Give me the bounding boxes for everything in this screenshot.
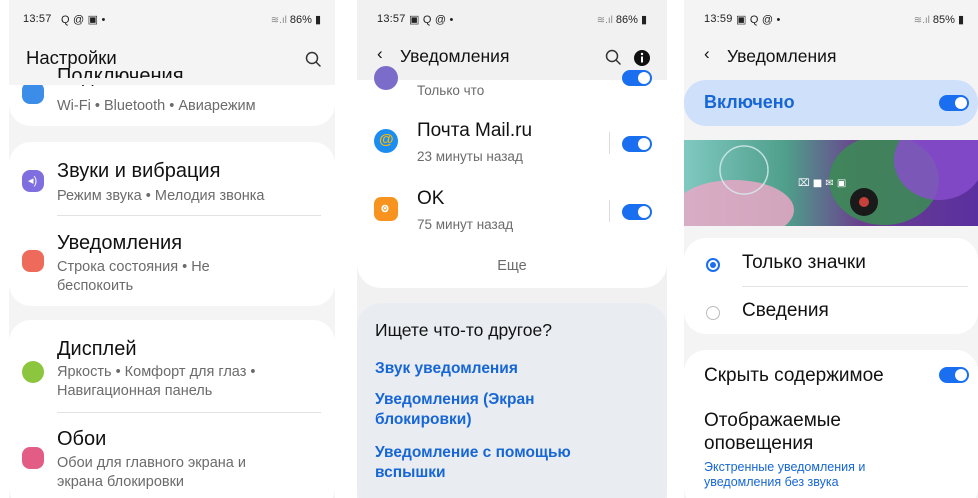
- page-title: Уведомления: [727, 46, 837, 66]
- shown-alerts-sub-2: уведомления без звука: [704, 475, 839, 489]
- suggestions-heading: Ищете что-то другое?: [375, 320, 552, 340]
- app-icon: [374, 66, 398, 90]
- battery-icon: ▮: [311, 14, 321, 26]
- status-bar: 13:57 ▣ Q @ • ≋.ıl 86% ▮: [357, 0, 667, 36]
- sounds-subtitle: Режим звука • Мелодия звонка: [57, 188, 265, 204]
- page-title: Уведомления: [400, 46, 510, 66]
- status-notification-icons: ▣ Q @ •: [409, 14, 454, 26]
- mailru-icon: @: [374, 129, 398, 153]
- divider: [57, 412, 321, 413]
- app-toggle[interactable]: [622, 70, 652, 86]
- battery-icon: ▮: [954, 14, 964, 26]
- battery-level: 85%: [932, 14, 955, 26]
- more-button[interactable]: Еще: [357, 257, 667, 276]
- back-arrow-icon[interactable]: ‹: [377, 44, 383, 64]
- enabled-label: Включено: [704, 92, 795, 112]
- status-right: ≋.ıl 86% ▮: [597, 13, 647, 26]
- notifications-apps-screen: 13:57 ▣ Q @ • ≋.ıl 86% ▮ ‹ Уведомления То…: [357, 0, 667, 498]
- status-time: 13:59: [704, 13, 733, 25]
- divider: [57, 215, 321, 216]
- shown-alerts-sub-1: Экстренные уведомления и: [704, 460, 866, 474]
- divider: [609, 132, 610, 154]
- notifications-subtitle-1: Строка состояния • Не: [57, 259, 210, 275]
- preview-notification-icons: ⌧ ■ ✉ ▣: [798, 178, 846, 189]
- ok-icon: ꙩ: [374, 197, 398, 221]
- display-title[interactable]: Дисплей: [57, 338, 137, 361]
- status-right: ≋.ıl 85% ▮: [914, 13, 964, 26]
- sound-notif-card: ◂) Звуки и вибрация Режим звука • Мелоди…: [9, 142, 335, 306]
- signal-icon: ≋.ıl: [596, 15, 613, 26]
- wallpaper-subtitle-1: Обои для главного экрана и: [57, 455, 246, 471]
- apps-list-card: Только что @ Почта Mail.ru 23 минуты наз…: [357, 66, 667, 288]
- connections-subtitle: Wi-Fi • Bluetooth • Авиарежим: [57, 98, 256, 114]
- ok-toggle[interactable]: [622, 204, 652, 220]
- display-subtitle-1: Яркость • Комфорт для глаз •: [57, 364, 256, 380]
- status-bar: 13:59 ▣ Q @ • ≋.ıl 85% ▮: [684, 0, 978, 36]
- status-notification-icons: Q @ ▣ •: [61, 14, 106, 26]
- wallpaper-title[interactable]: Обои: [57, 428, 106, 451]
- divider: [609, 200, 610, 222]
- connections-card[interactable]: Подключения Wi-Fi • Bluetooth • Авиарежи…: [9, 65, 335, 126]
- suggestions-card: Ищете что-то другое? Звук уведомления Ув…: [357, 303, 667, 498]
- signal-icon: ≋.ıl: [913, 15, 930, 26]
- link-lockscreen-notifications-2[interactable]: блокировки): [375, 410, 472, 430]
- info-icon[interactable]: [631, 47, 653, 69]
- option-details-label[interactable]: Сведения: [742, 300, 829, 322]
- app-name-ok[interactable]: OK: [417, 188, 444, 210]
- content-options-card: Скрыть содержимое Отображаемые оповещени…: [684, 350, 978, 498]
- signal-icon: ≋.ıl: [270, 15, 287, 26]
- display-style-card: Только значки Сведения: [684, 238, 978, 334]
- wallpaper-subtitle-2: экрана блокировки: [57, 474, 185, 490]
- search-icon[interactable]: [303, 49, 325, 71]
- mailru-toggle[interactable]: [622, 136, 652, 152]
- status-time: 13:57: [23, 13, 52, 25]
- shown-alerts-label-1[interactable]: Отображаемые: [704, 410, 841, 432]
- display-wallpaper-card: Дисплей Яркость • Комфорт для глаз • Нав…: [9, 320, 335, 498]
- link-lockscreen-notifications-1[interactable]: Уведомления (Экран: [375, 390, 534, 410]
- shown-alerts-label-2[interactable]: оповещения: [704, 433, 813, 455]
- link-notification-sound[interactable]: Звук уведомления: [375, 359, 518, 379]
- notifications-title[interactable]: Уведомления: [57, 232, 182, 255]
- app-time-ok: 75 минут назад: [417, 217, 514, 232]
- lockscreen-notifications-screen: 13:59 ▣ Q @ • ≋.ıl 85% ▮ ‹ Уведомления Вк…: [684, 0, 978, 498]
- wifi-icon: [22, 82, 44, 104]
- sound-icon: ◂): [22, 170, 44, 192]
- hide-content-toggle[interactable]: [939, 367, 969, 383]
- status-notification-icons: ▣ Q @ •: [736, 14, 781, 26]
- wallpaper-icon: [22, 447, 44, 469]
- link-flash-notification-1[interactable]: Уведомление с помощью: [375, 443, 571, 463]
- link-flash-notification-2[interactable]: вспышки: [375, 463, 446, 483]
- radio-details[interactable]: [706, 306, 720, 320]
- display-subtitle-2: Навигационная панель: [57, 383, 213, 399]
- display-icon: [22, 361, 44, 383]
- notifications-subtitle-2: беспокоить: [57, 278, 134, 294]
- back-arrow-icon[interactable]: ‹: [704, 44, 710, 64]
- sounds-title[interactable]: Звуки и вибрация: [57, 160, 220, 183]
- status-bar: 13:57 Q @ ▣ • ≋.ıl 86% ▮: [9, 0, 335, 36]
- option-icons-only-label[interactable]: Только значки: [742, 252, 866, 274]
- search-icon[interactable]: [603, 47, 625, 69]
- app-name-mailru[interactable]: Почта Mail.ru: [417, 120, 532, 142]
- settings-screen: 13:57 Q @ ▣ • ≋.ıl 86% ▮ Настройки Подклю…: [9, 0, 335, 498]
- battery-level: 86%: [289, 14, 312, 26]
- lockscreen-preview-image: ⌧ ■ ✉ ▣: [684, 140, 978, 226]
- notifications-icon: [22, 250, 44, 272]
- battery-level: 86%: [615, 14, 638, 26]
- battery-icon: ▮: [637, 14, 647, 26]
- app-time: Только что: [417, 83, 485, 98]
- status-time: 13:57: [377, 13, 406, 25]
- enabled-banner[interactable]: Включено: [684, 80, 978, 126]
- enabled-toggle[interactable]: [939, 95, 969, 111]
- status-right: ≋.ıl 86% ▮: [271, 13, 321, 26]
- divider: [742, 286, 968, 287]
- hide-content-label[interactable]: Скрыть содержимое: [704, 365, 884, 387]
- radio-icons-only[interactable]: [706, 258, 720, 272]
- app-time-mailru: 23 минуты назад: [417, 149, 523, 164]
